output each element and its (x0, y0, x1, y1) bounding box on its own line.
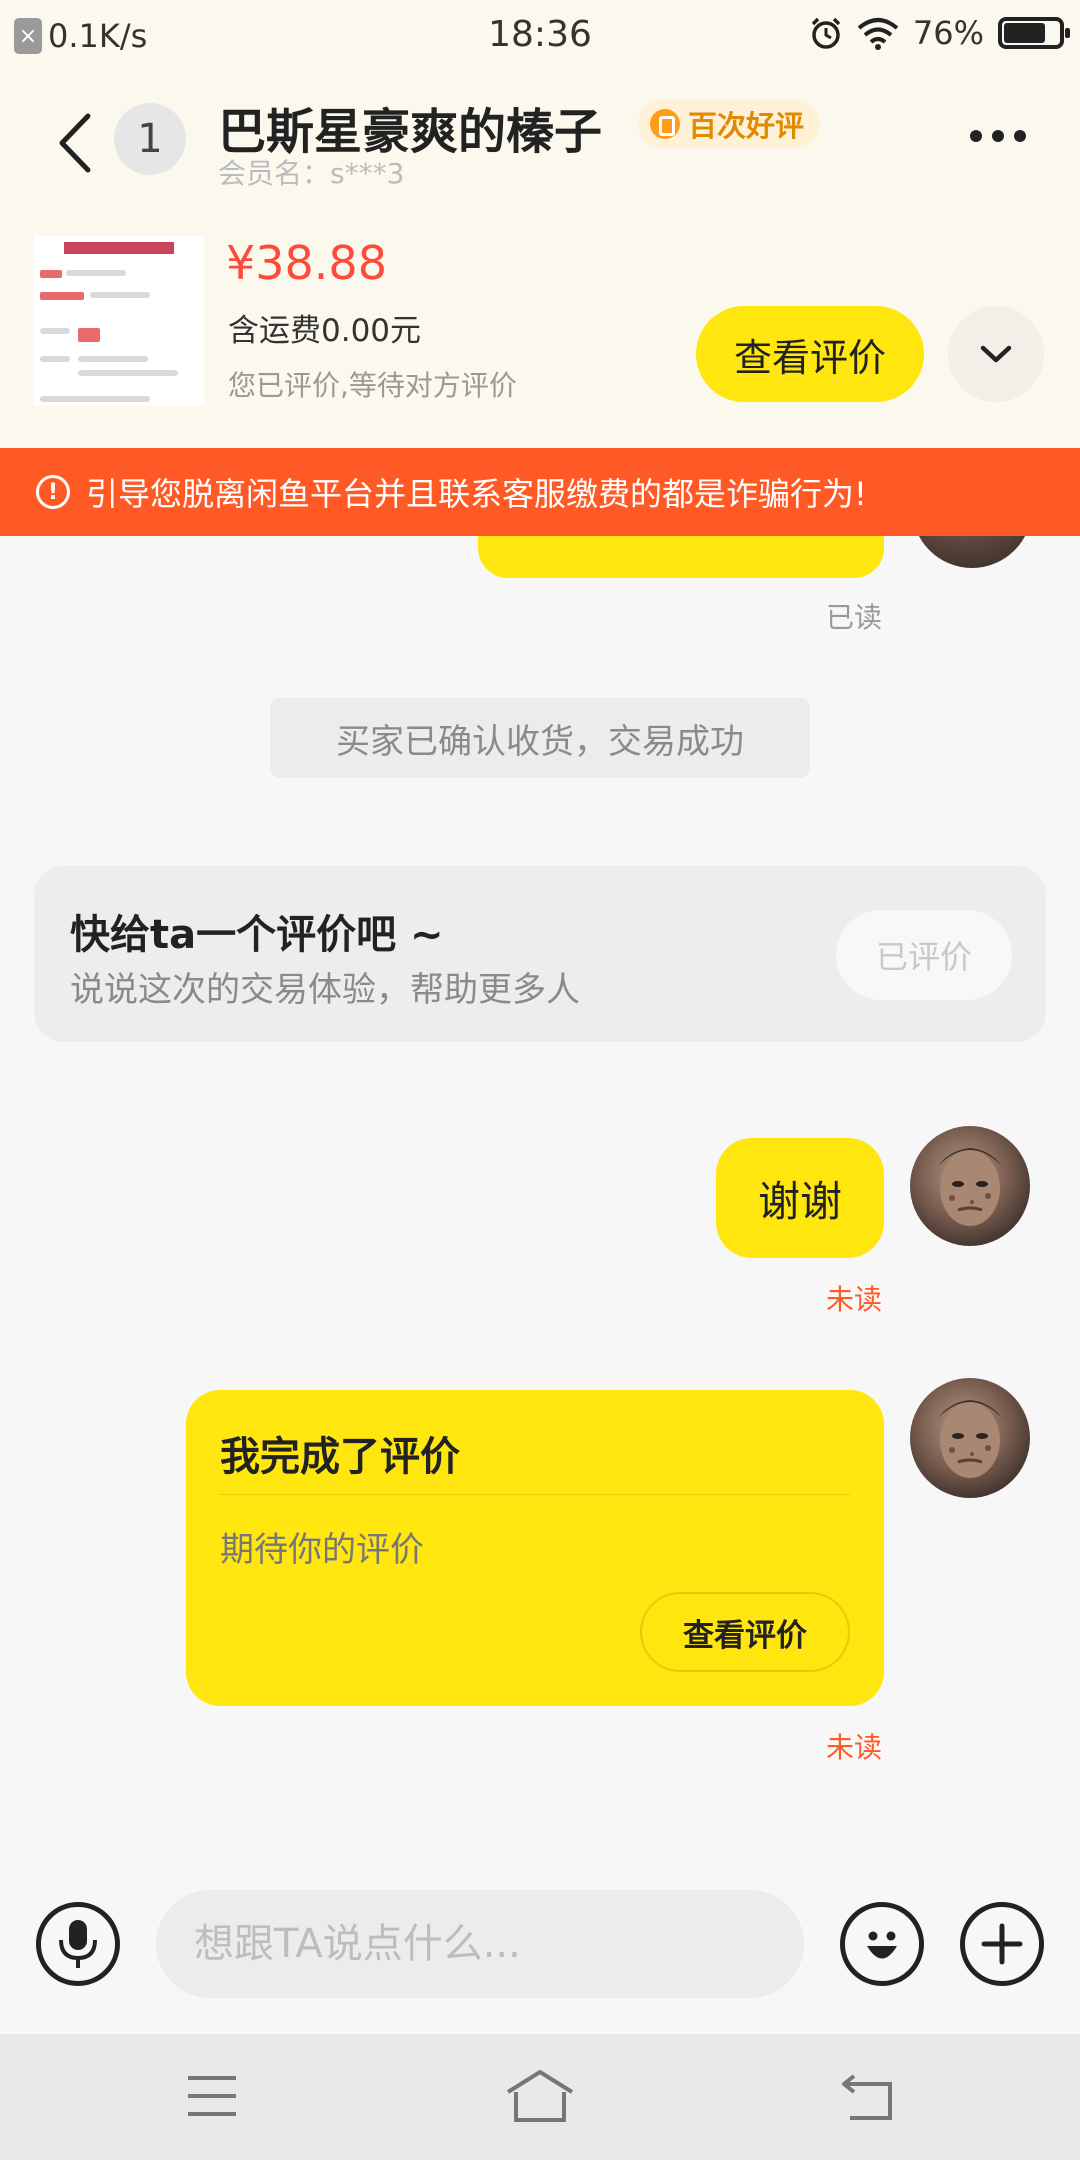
home-icon[interactable] (504, 2068, 576, 2124)
shipping-fee: 含运费0.00元 (228, 313, 422, 349)
product-thumbnail[interactable] (34, 236, 204, 406)
read-status: 已读 (826, 601, 883, 634)
reputation-badge-label: 百次好评 (688, 109, 805, 143)
message-input[interactable] (156, 1890, 804, 1998)
review-status-note: 您已评价,等待对方评价 (228, 369, 517, 402)
message-bubble[interactable]: 谢谢 (716, 1138, 884, 1258)
avatar-face (938, 1400, 1002, 1478)
view-review-button[interactable]: 查看评价 (696, 306, 924, 402)
divider (220, 1494, 850, 1495)
more-actions-button[interactable] (960, 1902, 1044, 1986)
more-options-icon[interactable] (970, 130, 1026, 142)
review-done-title: 我完成了评价 (220, 1434, 460, 1480)
card-view-review-button[interactable]: 查看评价 (640, 1592, 850, 1672)
emoji-button[interactable] (840, 1902, 924, 1986)
reviewed-button[interactable]: 已评价 (836, 910, 1012, 1000)
wifi-icon (857, 18, 899, 50)
review-prompt-subtitle: 说说这次的交易体验，帮助更多人 (70, 970, 580, 1010)
member-name: 会员名：s***3 (218, 157, 405, 190)
fraud-warning-banner: ! 引导您脱离闲鱼平台并且联系客服缴费的都是诈骗行为! (0, 448, 1080, 536)
smiley-icon (867, 1931, 897, 1959)
review-done-subtitle: 期待你的评价 (220, 1530, 424, 1570)
battery-icon (998, 17, 1070, 49)
review-prompt-title: 快给ta一个评价吧 ~ (70, 912, 444, 958)
avatar[interactable] (910, 1378, 1030, 1498)
unread-count-badge[interactable]: 1 (114, 103, 186, 175)
alarm-icon (811, 17, 841, 49)
avatar[interactable] (910, 1126, 1030, 1246)
back-icon[interactable] (52, 108, 102, 178)
unread-status: 未读 (826, 1731, 883, 1764)
battery-percent: 76% (912, 14, 984, 52)
microphone-icon (59, 1920, 97, 1968)
menu-icon[interactable] (186, 2074, 238, 2118)
warning-icon: ! (36, 475, 70, 509)
system-message: 买家已确认收货，交易成功 (270, 698, 810, 778)
plus-icon (981, 1923, 1023, 1965)
thumbs-up-icon (650, 109, 680, 139)
avatar-face (938, 1148, 1002, 1226)
chevron-down-icon (980, 345, 1012, 363)
voice-button[interactable] (36, 1902, 120, 1986)
battery-level (1004, 23, 1046, 43)
reputation-badge: 百次好评 (638, 100, 821, 148)
status-icons: 76% (809, 14, 1070, 52)
unread-status: 未读 (826, 1283, 883, 1316)
expand-button[interactable] (948, 306, 1044, 402)
return-icon[interactable] (840, 2072, 896, 2122)
product-price: ¥38.88 (226, 236, 387, 290)
warning-text: 引导您脱离闲鱼平台并且联系客服缴费的都是诈骗行为! (86, 475, 867, 513)
